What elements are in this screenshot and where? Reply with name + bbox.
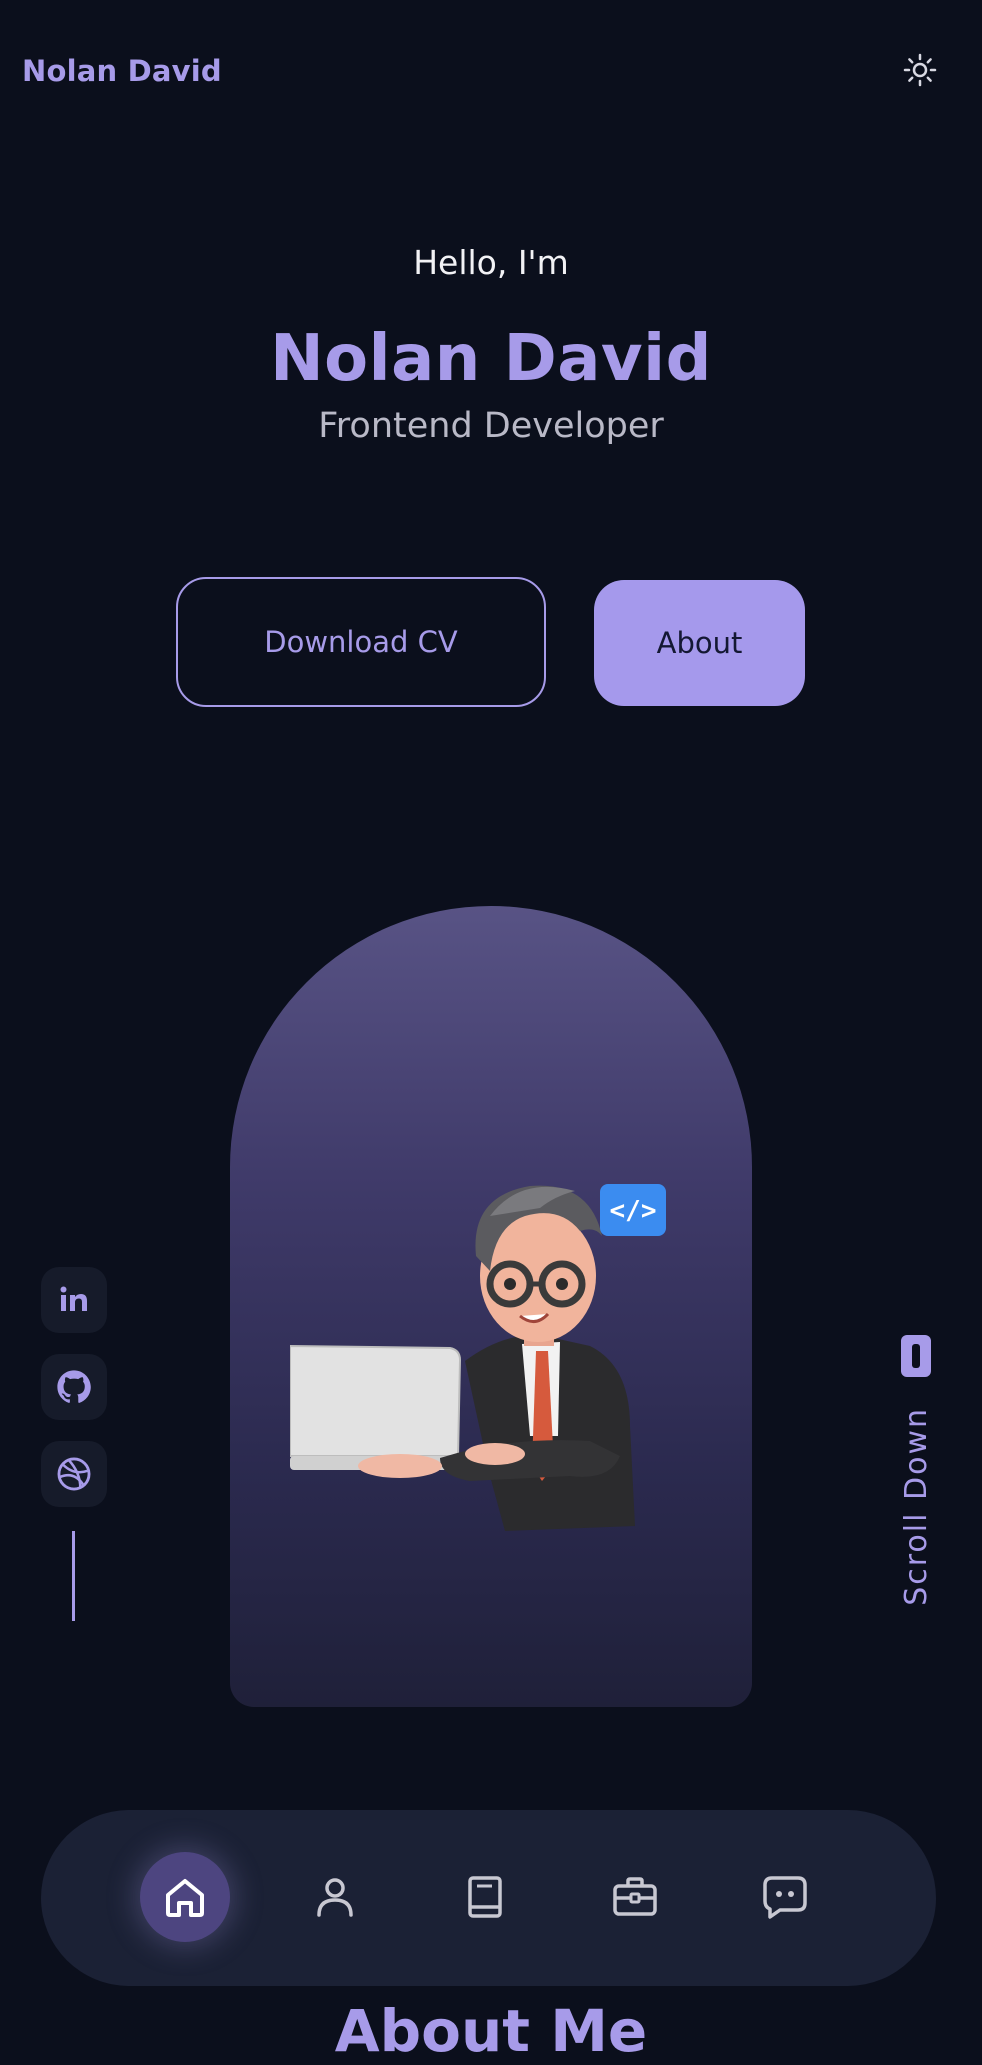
github-link[interactable] [41,1354,107,1420]
scroll-down-link[interactable]: Scroll Down [895,1335,937,1606]
download-cv-button[interactable]: Download CV [176,577,546,707]
sun-icon [903,53,937,87]
github-icon [57,1370,91,1403]
social-divider-line [72,1531,75,1621]
chat-icon [763,1876,807,1919]
user-icon [317,1878,353,1917]
linkedin-link[interactable] [41,1267,107,1333]
linkedin-icon [60,1286,87,1311]
bottom-navigation [41,1810,936,1986]
about-section-title: About Me [334,1997,648,2065]
nav-contact[interactable] [740,1852,830,1942]
nav-resume[interactable] [440,1852,530,1942]
nav-about[interactable] [290,1852,380,1942]
nav-portfolio[interactable] [590,1852,680,1942]
brand-logo[interactable]: Nolan David [22,54,222,88]
hero-name: Nolan David [270,322,712,396]
hero-image-frame: </> [230,906,752,1707]
mouse-icon [901,1335,931,1377]
hero-greeting: Hello, I'm [413,243,569,282]
nav-home[interactable] [140,1852,230,1942]
svg-text:</>: </> [610,1196,657,1226]
hero-role: Frontend Developer [318,406,664,446]
scroll-down-label: Scroll Down [898,1407,934,1606]
dribbble-icon [57,1457,91,1491]
about-button[interactable]: About [594,580,805,706]
dribbble-link[interactable] [41,1441,107,1507]
developer-avatar-image: </> [290,1184,666,1531]
home-icon [166,1879,204,1917]
book-icon [468,1876,502,1918]
theme-toggle-button[interactable] [900,50,940,90]
briefcase-icon [613,1877,657,1916]
